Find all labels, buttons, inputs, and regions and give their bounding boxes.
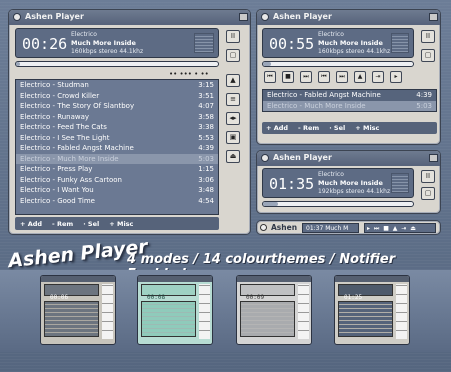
close-icon[interactable]: [429, 13, 438, 21]
mini-player-bar: Ashen 01:37 Much M ▸ ⏭ ■ ▲ ⇥ ⏏: [256, 220, 441, 235]
list-item[interactable]: Electrico - Studman 3:15: [16, 80, 218, 91]
list-item[interactable]: Electrico - Fabled Angst Machine 4:39: [263, 90, 436, 101]
track-title: Much More Inside: [318, 179, 383, 187]
previous-button[interactable]: ▲: [226, 74, 240, 87]
small-titlebar[interactable]: Ashen Player: [257, 151, 440, 166]
seek-bar[interactable]: [262, 61, 414, 67]
rewind-button[interactable]: ⏮: [318, 71, 330, 83]
speaker-grill: [391, 33, 409, 53]
pause-button[interactable]: II: [226, 30, 240, 43]
list-item-current[interactable]: Electrico - Much More Inside 5:03: [263, 100, 436, 111]
speaker-grill: [194, 33, 214, 53]
window-title: Ashen Player: [25, 12, 84, 21]
track-genre: Electrico: [318, 171, 344, 178]
list-item[interactable]: Electrico - Funky Ass Cartoon 3:06: [16, 175, 218, 186]
theme-thumbnail[interactable]: 00:08: [137, 275, 213, 345]
seek-bar[interactable]: [262, 201, 414, 207]
close-icon[interactable]: [429, 154, 438, 162]
next-button[interactable]: ⏭: [300, 71, 312, 83]
playlist-button[interactable]: ≡: [226, 93, 240, 106]
thumbnail-time: 00:09: [246, 294, 265, 301]
playlist: Electrico - Studman 3:15 Electrico - Crow…: [15, 79, 219, 215]
playlist: Electrico - Fabled Angst Machine 4:39 Ele…: [262, 89, 437, 112]
window-title: Ashen Player: [273, 12, 332, 21]
time-readout: 01:35: [269, 175, 315, 193]
add-button[interactable]: + Add: [20, 220, 42, 228]
playlist-toolbar: + Add - Rem · Sel + Misc: [15, 217, 219, 230]
main-player-window: Ashen Player 00:26 Electrico Much More I…: [8, 9, 251, 235]
close-icon[interactable]: [239, 13, 248, 21]
theme-thumbnail[interactable]: 00:06: [40, 275, 116, 345]
compact-titlebar[interactable]: Ashen Player: [257, 10, 440, 25]
shuffle-button[interactable]: ◂▸: [226, 112, 240, 125]
track-title: Much More Inside: [318, 39, 383, 47]
list-item[interactable]: Electrico - Fabled Angst Machine 4:39: [16, 143, 218, 154]
time-readout: 00:26: [22, 35, 68, 53]
remove-button[interactable]: - Rem: [298, 124, 319, 132]
theme-thumbnail[interactable]: 00:09: [236, 275, 312, 345]
now-playing-display: 00:26 Electrico Much More Inside 160kbps…: [15, 28, 219, 58]
list-item-current[interactable]: Electrico - Much More Inside 5:03: [16, 153, 218, 164]
playlist-toolbar: + Add - Rem · Sel + Misc: [262, 122, 437, 134]
track-meta: 192kbps stereo 44.1khz: [318, 188, 391, 195]
stop-button[interactable]: ▢: [421, 187, 435, 200]
list-item[interactable]: Electrico - Good Time 4:54: [16, 196, 218, 207]
list-item[interactable]: Electrico - I See The Light 5:53: [16, 133, 218, 144]
window-menu-icon[interactable]: [261, 154, 269, 162]
first-button[interactable]: ⏮: [264, 71, 276, 83]
main-titlebar[interactable]: Ashen Player: [9, 10, 250, 25]
track-meta: 160kbps stereo 44.1khz: [71, 48, 144, 55]
misc-button[interactable]: + Misc: [109, 220, 133, 228]
list-item[interactable]: Electrico - Runaway 3:58: [16, 112, 218, 123]
list-item[interactable]: Electrico - The Story Of Slantboy 4:07: [16, 101, 218, 112]
thumbnail-time: 01:25: [344, 294, 363, 301]
seek-bar[interactable]: [15, 61, 219, 67]
eject-button[interactable]: ▲: [354, 71, 366, 83]
add-button[interactable]: + Add: [266, 124, 288, 132]
window-menu-icon[interactable]: [13, 13, 21, 21]
list-item[interactable]: Electrico - Feed The Cats 3:38: [16, 122, 218, 133]
eject-button[interactable]: ⏏: [226, 150, 240, 163]
thumbnail-time: 00:08: [147, 294, 166, 301]
thumbnail-time: 00:06: [50, 294, 69, 301]
now-playing-display: 00:55 Electrico Much More Inside 160kbps…: [262, 28, 414, 58]
end-button[interactable]: ⇥: [372, 71, 384, 83]
theme-thumbnail[interactable]: 01:25: [334, 275, 410, 345]
mini-controls[interactable]: ▸ ⏭ ■ ▲ ⇥ ⏏: [364, 223, 436, 233]
repeat-button[interactable]: ▣: [226, 131, 240, 144]
select-button[interactable]: · Sel: [83, 220, 99, 228]
playlist-header: •• ••• • ••: [169, 70, 209, 78]
track-info: Electrico Much More Inside 192kbps stere…: [318, 171, 390, 196]
misc-button[interactable]: + Misc: [355, 124, 379, 132]
forward-button[interactable]: ⏭: [336, 71, 348, 83]
remove-button[interactable]: - Rem: [52, 220, 73, 228]
mini-label: Ashen: [271, 223, 298, 232]
compact-player-window: Ashen Player 00:55 Electrico Much More I…: [256, 9, 441, 145]
window-title: Ashen Player: [273, 153, 332, 162]
play-button[interactable]: ▸: [390, 71, 402, 83]
stop-button[interactable]: ▢: [226, 49, 240, 62]
track-genre: Electrico: [71, 31, 97, 38]
list-item[interactable]: Electrico - Crowd Killer 3:51: [16, 91, 218, 102]
track-title: Much More Inside: [71, 39, 136, 47]
mini-readout: 01:37 Much M: [302, 223, 359, 233]
select-button[interactable]: · Sel: [329, 124, 345, 132]
time-readout: 00:55: [269, 35, 315, 53]
now-playing-display: 01:35 Electrico Much More Inside 192kbps…: [262, 168, 414, 198]
window-menu-icon[interactable]: [261, 13, 269, 21]
list-item[interactable]: Electrico - Press Play 1:15: [16, 164, 218, 175]
speaker-grill: [391, 173, 409, 193]
pause-button[interactable]: II: [421, 30, 435, 43]
track-info: Electrico Much More Inside 160kbps stere…: [71, 31, 143, 56]
track-meta: 160kbps stereo 44.1khz: [318, 48, 391, 55]
mini-menu-icon[interactable]: [260, 224, 267, 231]
track-genre: Electrico: [318, 31, 344, 38]
stop-button[interactable]: ▢: [421, 49, 435, 62]
track-info: Electrico Much More Inside 160kbps stere…: [318, 31, 390, 56]
small-player-window: Ashen Player 01:35 Electrico Much More I…: [256, 150, 441, 214]
stop-button-2[interactable]: ■: [282, 71, 294, 83]
list-item[interactable]: Electrico - I Want You 3:48: [16, 185, 218, 196]
pause-button[interactable]: II: [421, 170, 435, 183]
